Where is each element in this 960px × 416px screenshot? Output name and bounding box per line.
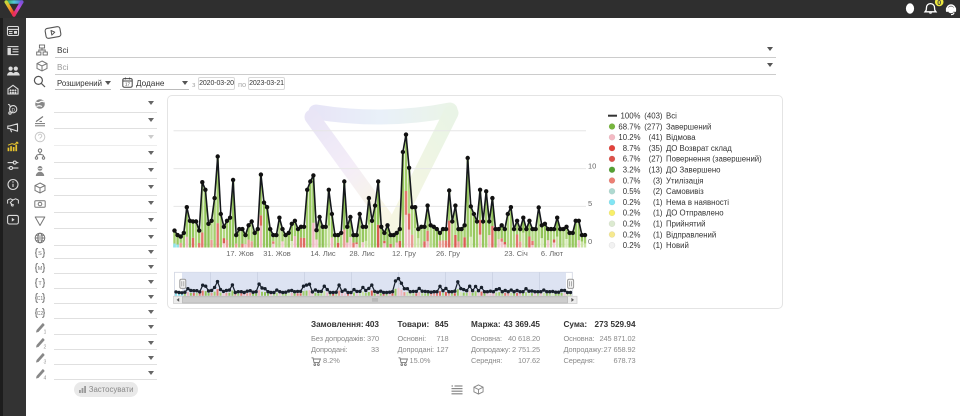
svg-text:(403): (403) [644, 112, 663, 121]
svg-text:(1): (1) [653, 209, 663, 218]
svg-text:68.7%: 68.7% [618, 122, 640, 131]
svg-text:Нема в наявності: Нема в наявності [666, 198, 729, 207]
svg-text:Прийнятий: Прийнятий [666, 220, 705, 229]
svg-text:0.2%: 0.2% [623, 209, 641, 218]
svg-text:0.2%: 0.2% [623, 198, 641, 207]
svg-text:Повернення (завершений): Повернення (завершений) [666, 155, 762, 164]
svg-text:100%: 100% [621, 112, 641, 121]
svg-text:10.2%: 10.2% [618, 133, 640, 142]
svg-text:ДО Возврат склад: ДО Возврат склад [666, 144, 732, 153]
svg-text:Утилізація: Утилізація [666, 176, 704, 185]
svg-text:ДО Отправлено: ДО Отправлено [666, 209, 724, 218]
svg-text:Відмова: Відмова [666, 133, 696, 142]
svg-text:0.2%: 0.2% [623, 230, 641, 239]
svg-text:3.2%: 3.2% [623, 166, 641, 175]
svg-text:6.7%: 6.7% [623, 155, 641, 164]
svg-text:8.7%: 8.7% [623, 144, 641, 153]
svg-text:(1): (1) [653, 198, 663, 207]
svg-text:0.2%: 0.2% [623, 220, 641, 229]
svg-text:0.2%: 0.2% [623, 241, 641, 250]
svg-text:0.7%: 0.7% [623, 176, 641, 185]
svg-text:(41): (41) [649, 133, 663, 142]
svg-text:Відправлений: Відправлений [666, 230, 716, 239]
svg-text:(35): (35) [649, 144, 663, 153]
svg-text:(3): (3) [653, 176, 663, 185]
svg-text:Самовивіз: Самовивіз [666, 187, 704, 196]
svg-text:Новий: Новий [666, 241, 689, 250]
svg-text:(1): (1) [653, 220, 663, 229]
svg-text:Завершений: Завершений [666, 122, 711, 131]
svg-text:(2): (2) [653, 187, 663, 196]
svg-text:(1): (1) [653, 241, 663, 250]
svg-text:Всі: Всі [666, 112, 677, 121]
svg-text:(27): (27) [649, 155, 663, 164]
svg-text:(13): (13) [649, 166, 663, 175]
svg-text:(277): (277) [644, 122, 663, 131]
svg-text:0.5%: 0.5% [623, 187, 641, 196]
svg-text:ДО Завершено: ДО Завершено [666, 166, 721, 175]
svg-text:(1): (1) [653, 230, 663, 239]
